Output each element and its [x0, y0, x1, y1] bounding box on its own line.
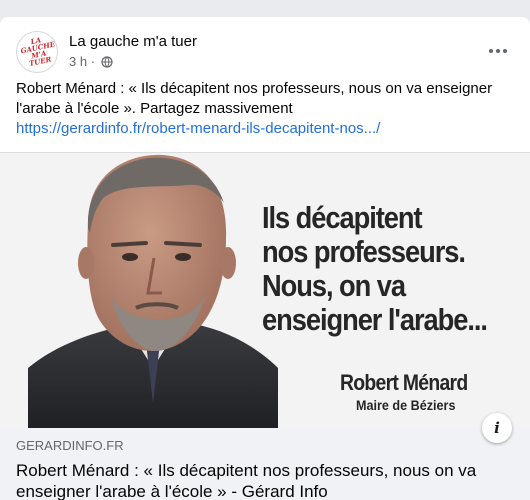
post-header: LA GAUCHE M'A TUER La gauche m'a tuer 3 …	[16, 31, 516, 73]
page-avatar[interactable]: LA GAUCHE M'A TUER	[16, 31, 58, 73]
link-title[interactable]: Robert Ménard : « Ils décapitent nos pro…	[16, 460, 514, 500]
link-preview-footer[interactable]: GERARDINFO.FR Robert Ménard : « Ils déca…	[0, 428, 530, 500]
meta-separator: ·	[90, 54, 96, 69]
quote-line: Nous, on va	[262, 268, 406, 303]
globe-icon	[101, 56, 113, 71]
link-domain: GERARDINFO.FR	[16, 438, 124, 453]
page-name[interactable]: La gauche m'a tuer	[69, 33, 197, 50]
post-card: LA GAUCHE M'A TUER La gauche m'a tuer 3 …	[0, 17, 530, 500]
post-meta: 3 h ·	[69, 54, 113, 71]
portrait-photo	[28, 154, 278, 428]
link-preview-image[interactable]: Ils décapitent nos professeurs. Nous, on…	[0, 152, 530, 428]
quote-line: Ils décapitent	[262, 200, 423, 235]
more-options-icon[interactable]	[480, 33, 516, 69]
image-quote: Ils décapitent nos professeurs. Nous, on…	[262, 201, 491, 337]
post-text: Robert Ménard : « Ils décapitent nos pro…	[16, 80, 493, 117]
info-icon[interactable]: i	[482, 413, 512, 443]
image-signature-role: Maire de Béziers	[356, 397, 456, 413]
image-signature-name: Robert Ménard	[340, 370, 468, 395]
quote-line: nos professeurs.	[262, 234, 466, 269]
post-link[interactable]: https://gerardinfo.fr/robert-menard-ils-…	[16, 119, 516, 139]
quote-line: enseigner l'arabe...	[262, 302, 488, 337]
post-time[interactable]: 3 h	[69, 54, 87, 69]
avatar-logo-text: LA GAUCHE M'A TUER	[19, 35, 56, 69]
post-message: Robert Ménard : « Ils décapitent nos pro…	[16, 79, 516, 139]
